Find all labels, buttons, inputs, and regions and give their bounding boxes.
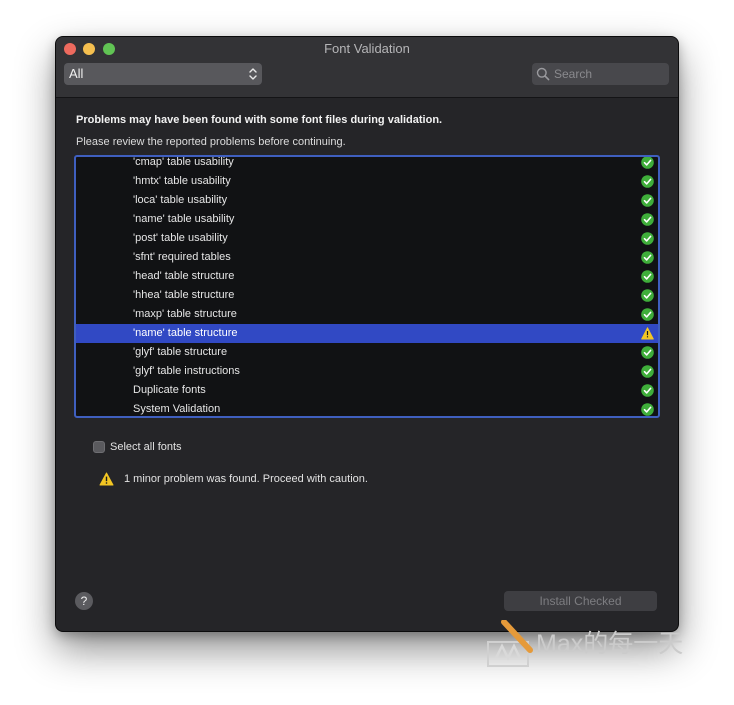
validation-row[interactable]: System Validation — [76, 400, 658, 416]
validation-row[interactable]: 'name' table usability — [76, 210, 658, 229]
validation-row[interactable]: 'hmtx' table usability — [76, 172, 658, 191]
validation-row-label: 'hmtx' table usability — [133, 175, 231, 187]
validation-row-label: 'post' table usability — [133, 232, 228, 244]
validation-row-label: 'glyf' table structure — [133, 346, 228, 358]
select-all-fonts-label[interactable]: Select all fonts — [110, 441, 182, 453]
validation-row-label: Duplicate fonts — [133, 384, 206, 396]
warning-icon — [99, 472, 114, 486]
watermark-logo-icon — [487, 620, 533, 667]
validation-row-label: 'cmap' table usability — [133, 156, 234, 168]
validation-results-list[interactable]: 'cmap' table usability 'hmtx' table usabi… — [74, 155, 660, 418]
validation-row-label: 'loca' table usability — [133, 194, 228, 206]
checkmark-icon — [641, 308, 654, 321]
chevron-up-down-icon — [249, 68, 257, 80]
validation-row[interactable]: Duplicate fonts — [76, 381, 658, 400]
watermark: Max的每一天 — [486, 620, 702, 672]
checkmark-icon — [641, 289, 654, 302]
search-icon — [536, 67, 550, 81]
validation-row-label: 'name' table structure — [133, 327, 238, 339]
search-input[interactable] — [554, 63, 664, 85]
checkmark-icon — [641, 157, 654, 169]
help-button[interactable]: ? — [75, 592, 93, 610]
validation-row[interactable]: 'glyf' table instructions — [76, 362, 658, 381]
checkmark-icon — [641, 384, 654, 397]
select-all-fonts-checkbox[interactable] — [93, 441, 105, 453]
validation-row[interactable]: 'head' table structure — [76, 267, 658, 286]
checkmark-icon — [641, 403, 654, 416]
validation-row[interactable]: 'cmap' table usability — [76, 156, 658, 172]
validation-row-label: 'hhea' table structure — [133, 289, 235, 301]
summary-text: 1 minor problem was found. Proceed with … — [124, 473, 368, 485]
validation-row-label: 'maxp' table structure — [133, 308, 237, 320]
validation-row[interactable]: 'loca' table usability — [76, 191, 658, 210]
checkmark-icon — [641, 175, 654, 188]
filter-popup-value: All — [69, 66, 84, 81]
validation-row-label: 'glyf' table instructions — [133, 365, 240, 377]
validation-row-label: 'name' table usability — [133, 213, 235, 225]
search-field[interactable] — [532, 63, 669, 85]
problems-subheading: Please review the reported problems befo… — [76, 136, 346, 148]
checkmark-icon — [641, 365, 654, 378]
validation-row-label: System Validation — [133, 403, 221, 415]
warning-icon — [641, 327, 654, 340]
title-bar: Font Validation All — [56, 37, 678, 98]
validation-row[interactable]: 'sfnt' required tables — [76, 248, 658, 267]
validation-row-label: 'head' table structure — [133, 270, 235, 282]
validation-row[interactable]: 'name' table structure — [76, 324, 658, 343]
problems-heading: Problems may have been found with some f… — [76, 114, 443, 126]
watermark-text: Max的每一天 — [536, 630, 684, 658]
checkmark-icon — [641, 251, 654, 264]
validation-row-label: 'sfnt' required tables — [133, 251, 231, 263]
validation-row[interactable]: 'hhea' table structure — [76, 286, 658, 305]
validation-row[interactable]: 'post' table usability — [76, 229, 658, 248]
checkmark-icon — [641, 270, 654, 283]
install-checked-button[interactable]: Install Checked — [504, 591, 657, 611]
checkmark-icon — [641, 232, 654, 245]
checkmark-icon — [641, 213, 654, 226]
validation-row[interactable]: 'maxp' table structure — [76, 305, 658, 324]
font-validation-window: Font Validation All Problems may have be… — [56, 37, 678, 631]
validation-row[interactable]: 'glyf' table structure — [76, 343, 658, 362]
window-title: Font Validation — [324, 41, 410, 56]
filter-popup[interactable]: All — [64, 63, 262, 85]
checkmark-icon — [641, 194, 654, 207]
checkmark-icon — [641, 346, 654, 359]
